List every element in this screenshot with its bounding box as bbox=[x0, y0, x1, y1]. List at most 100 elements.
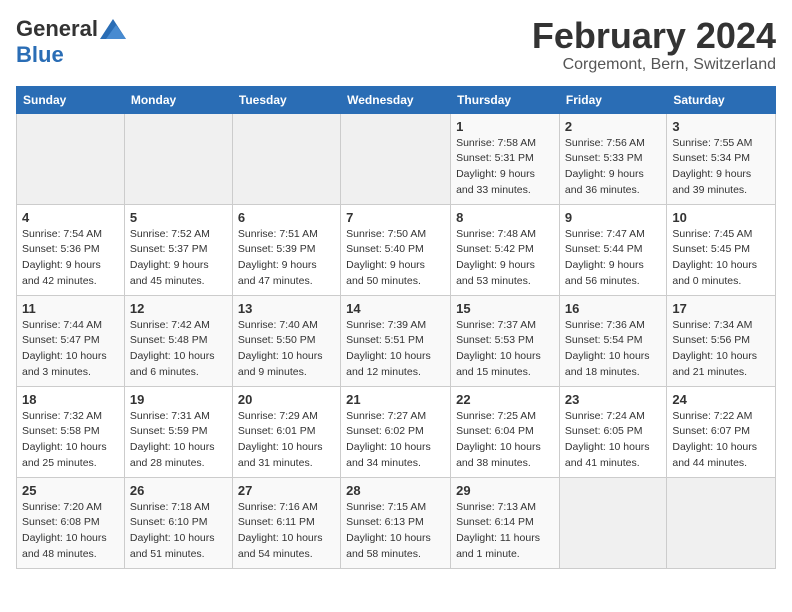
day-info: Sunrise: 7:52 AM Sunset: 5:37 PM Dayligh… bbox=[130, 227, 227, 290]
location-title: Corgemont, Bern, Switzerland bbox=[532, 56, 776, 74]
day-info: Sunrise: 7:15 AM Sunset: 6:13 PM Dayligh… bbox=[346, 500, 445, 563]
day-info: Sunrise: 7:56 AM Sunset: 5:33 PM Dayligh… bbox=[565, 136, 661, 199]
calendar-cell: 11Sunrise: 7:44 AM Sunset: 5:47 PM Dayli… bbox=[17, 295, 125, 386]
calendar-cell: 25 Sunrise: 7:20 AM Sunset: 6:08 PM Dayli… bbox=[17, 477, 125, 568]
calendar-cell: 16 Sunrise: 7:36 AM Sunset: 5:54 PM Dayli… bbox=[559, 295, 666, 386]
calendar-cell: 9 Sunrise: 7:47 AM Sunset: 5:44 PM Daylig… bbox=[559, 204, 666, 295]
day-info: Sunrise: 7:58 AM Sunset: 5:31 PM Dayligh… bbox=[456, 136, 554, 199]
day-number: 5 bbox=[130, 210, 227, 225]
day-number: 19 bbox=[130, 392, 227, 407]
day-number: 7 bbox=[346, 210, 445, 225]
day-info: Sunrise: 7:39 AM Sunset: 5:51 PM Dayligh… bbox=[346, 318, 445, 381]
week-row-3: 11Sunrise: 7:44 AM Sunset: 5:47 PM Dayli… bbox=[17, 295, 776, 386]
day-info: Sunrise: 7:40 AM Sunset: 5:50 PM Dayligh… bbox=[238, 318, 335, 381]
calendar-cell bbox=[17, 113, 125, 204]
calendar-cell: 7 Sunrise: 7:50 AM Sunset: 5:40 PM Daylig… bbox=[341, 204, 451, 295]
day-info: Sunrise: 7:54 AM Sunset: 5:36 PM Dayligh… bbox=[22, 227, 119, 290]
calendar-cell: 8 Sunrise: 7:48 AM Sunset: 5:42 PM Daylig… bbox=[451, 204, 560, 295]
day-info: Sunrise: 7:37 AM Sunset: 5:53 PM Dayligh… bbox=[456, 318, 554, 381]
week-row-1: 1 Sunrise: 7:58 AM Sunset: 5:31 PM Daylig… bbox=[17, 113, 776, 204]
day-info: Sunrise: 7:13 AM Sunset: 6:14 PM Dayligh… bbox=[456, 500, 554, 563]
day-info: Sunrise: 7:48 AM Sunset: 5:42 PM Dayligh… bbox=[456, 227, 554, 290]
calendar-cell: 28 Sunrise: 7:15 AM Sunset: 6:13 PM Dayli… bbox=[341, 477, 451, 568]
day-number: 18 bbox=[22, 392, 119, 407]
day-number: 16 bbox=[565, 301, 661, 316]
day-number: 2 bbox=[565, 119, 661, 134]
day-number: 8 bbox=[456, 210, 554, 225]
day-number: 9 bbox=[565, 210, 661, 225]
day-info: Sunrise: 7:34 AM Sunset: 5:56 PM Dayligh… bbox=[672, 318, 770, 381]
week-row-4: 18 Sunrise: 7:32 AM Sunset: 5:58 PM Dayli… bbox=[17, 386, 776, 477]
day-info: Sunrise: 7:50 AM Sunset: 5:40 PM Dayligh… bbox=[346, 227, 445, 290]
day-info: Sunrise: 7:36 AM Sunset: 5:54 PM Dayligh… bbox=[565, 318, 661, 381]
day-info: Sunrise: 7:24 AM Sunset: 6:05 PM Dayligh… bbox=[565, 409, 661, 472]
day-number: 15 bbox=[456, 301, 554, 316]
weekday-header-monday: Monday bbox=[124, 86, 232, 113]
weekday-header-tuesday: Tuesday bbox=[232, 86, 340, 113]
day-number: 25 bbox=[22, 483, 119, 498]
day-number: 27 bbox=[238, 483, 335, 498]
day-info: Sunrise: 7:51 AM Sunset: 5:39 PM Dayligh… bbox=[238, 227, 335, 290]
logo: General Blue bbox=[16, 16, 126, 68]
calendar-cell: 4 Sunrise: 7:54 AM Sunset: 5:36 PM Daylig… bbox=[17, 204, 125, 295]
day-number: 12 bbox=[130, 301, 227, 316]
calendar-cell: 29Sunrise: 7:13 AM Sunset: 6:14 PM Dayli… bbox=[451, 477, 560, 568]
calendar-cell bbox=[232, 113, 340, 204]
day-info: Sunrise: 7:55 AM Sunset: 5:34 PM Dayligh… bbox=[672, 136, 770, 199]
day-number: 14 bbox=[346, 301, 445, 316]
logo-general: General bbox=[16, 16, 98, 42]
calendar-cell: 26 Sunrise: 7:18 AM Sunset: 6:10 PM Dayli… bbox=[124, 477, 232, 568]
calendar-table: SundayMondayTuesdayWednesdayThursdayFrid… bbox=[16, 86, 776, 569]
day-info: Sunrise: 7:44 AM Sunset: 5:47 PM Dayligh… bbox=[22, 318, 119, 381]
calendar-cell bbox=[124, 113, 232, 204]
day-info: Sunrise: 7:42 AM Sunset: 5:48 PM Dayligh… bbox=[130, 318, 227, 381]
calendar-cell: 12 Sunrise: 7:42 AM Sunset: 5:48 PM Dayli… bbox=[124, 295, 232, 386]
day-info: Sunrise: 7:25 AM Sunset: 6:04 PM Dayligh… bbox=[456, 409, 554, 472]
day-number: 6 bbox=[238, 210, 335, 225]
day-number: 3 bbox=[672, 119, 770, 134]
day-number: 4 bbox=[22, 210, 119, 225]
day-info: Sunrise: 7:45 AM Sunset: 5:45 PM Dayligh… bbox=[672, 227, 770, 290]
calendar-cell: 27Sunrise: 7:16 AM Sunset: 6:11 PM Dayli… bbox=[232, 477, 340, 568]
calendar-cell: 5 Sunrise: 7:52 AM Sunset: 5:37 PM Daylig… bbox=[124, 204, 232, 295]
calendar-cell bbox=[667, 477, 776, 568]
day-number: 20 bbox=[238, 392, 335, 407]
calendar-cell: 18 Sunrise: 7:32 AM Sunset: 5:58 PM Dayli… bbox=[17, 386, 125, 477]
day-number: 26 bbox=[130, 483, 227, 498]
calendar-cell: 20 Sunrise: 7:29 AM Sunset: 6:01 PM Dayli… bbox=[232, 386, 340, 477]
calendar-cell bbox=[341, 113, 451, 204]
page-header: General Blue February 2024 Corgemont, Be… bbox=[16, 16, 776, 74]
calendar-cell: 13Sunrise: 7:40 AM Sunset: 5:50 PM Dayli… bbox=[232, 295, 340, 386]
logo-blue: Blue bbox=[16, 42, 64, 67]
calendar-cell: 22 Sunrise: 7:25 AM Sunset: 6:04 PM Dayli… bbox=[451, 386, 560, 477]
day-number: 21 bbox=[346, 392, 445, 407]
calendar-cell: 23 Sunrise: 7:24 AM Sunset: 6:05 PM Dayli… bbox=[559, 386, 666, 477]
day-info: Sunrise: 7:31 AM Sunset: 5:59 PM Dayligh… bbox=[130, 409, 227, 472]
day-number: 23 bbox=[565, 392, 661, 407]
calendar-cell: 21 Sunrise: 7:27 AM Sunset: 6:02 PM Dayli… bbox=[341, 386, 451, 477]
calendar-cell: 24 Sunrise: 7:22 AM Sunset: 6:07 PM Dayli… bbox=[667, 386, 776, 477]
title-area: February 2024 Corgemont, Bern, Switzerla… bbox=[532, 16, 776, 74]
weekday-header-sunday: Sunday bbox=[17, 86, 125, 113]
logo-icon bbox=[100, 19, 126, 39]
weekday-header-row: SundayMondayTuesdayWednesdayThursdayFrid… bbox=[17, 86, 776, 113]
day-info: Sunrise: 7:27 AM Sunset: 6:02 PM Dayligh… bbox=[346, 409, 445, 472]
calendar-cell bbox=[559, 477, 666, 568]
calendar-cell: 1 Sunrise: 7:58 AM Sunset: 5:31 PM Daylig… bbox=[451, 113, 560, 204]
day-info: Sunrise: 7:18 AM Sunset: 6:10 PM Dayligh… bbox=[130, 500, 227, 563]
day-number: 22 bbox=[456, 392, 554, 407]
calendar-cell: 3 Sunrise: 7:55 AM Sunset: 5:34 PM Daylig… bbox=[667, 113, 776, 204]
day-number: 1 bbox=[456, 119, 554, 134]
week-row-2: 4 Sunrise: 7:54 AM Sunset: 5:36 PM Daylig… bbox=[17, 204, 776, 295]
day-info: Sunrise: 7:20 AM Sunset: 6:08 PM Dayligh… bbox=[22, 500, 119, 563]
day-number: 28 bbox=[346, 483, 445, 498]
day-number: 24 bbox=[672, 392, 770, 407]
day-info: Sunrise: 7:29 AM Sunset: 6:01 PM Dayligh… bbox=[238, 409, 335, 472]
day-info: Sunrise: 7:32 AM Sunset: 5:58 PM Dayligh… bbox=[22, 409, 119, 472]
weekday-header-friday: Friday bbox=[559, 86, 666, 113]
day-number: 10 bbox=[672, 210, 770, 225]
weekday-header-saturday: Saturday bbox=[667, 86, 776, 113]
day-info: Sunrise: 7:22 AM Sunset: 6:07 PM Dayligh… bbox=[672, 409, 770, 472]
day-info: Sunrise: 7:47 AM Sunset: 5:44 PM Dayligh… bbox=[565, 227, 661, 290]
day-number: 17 bbox=[672, 301, 770, 316]
